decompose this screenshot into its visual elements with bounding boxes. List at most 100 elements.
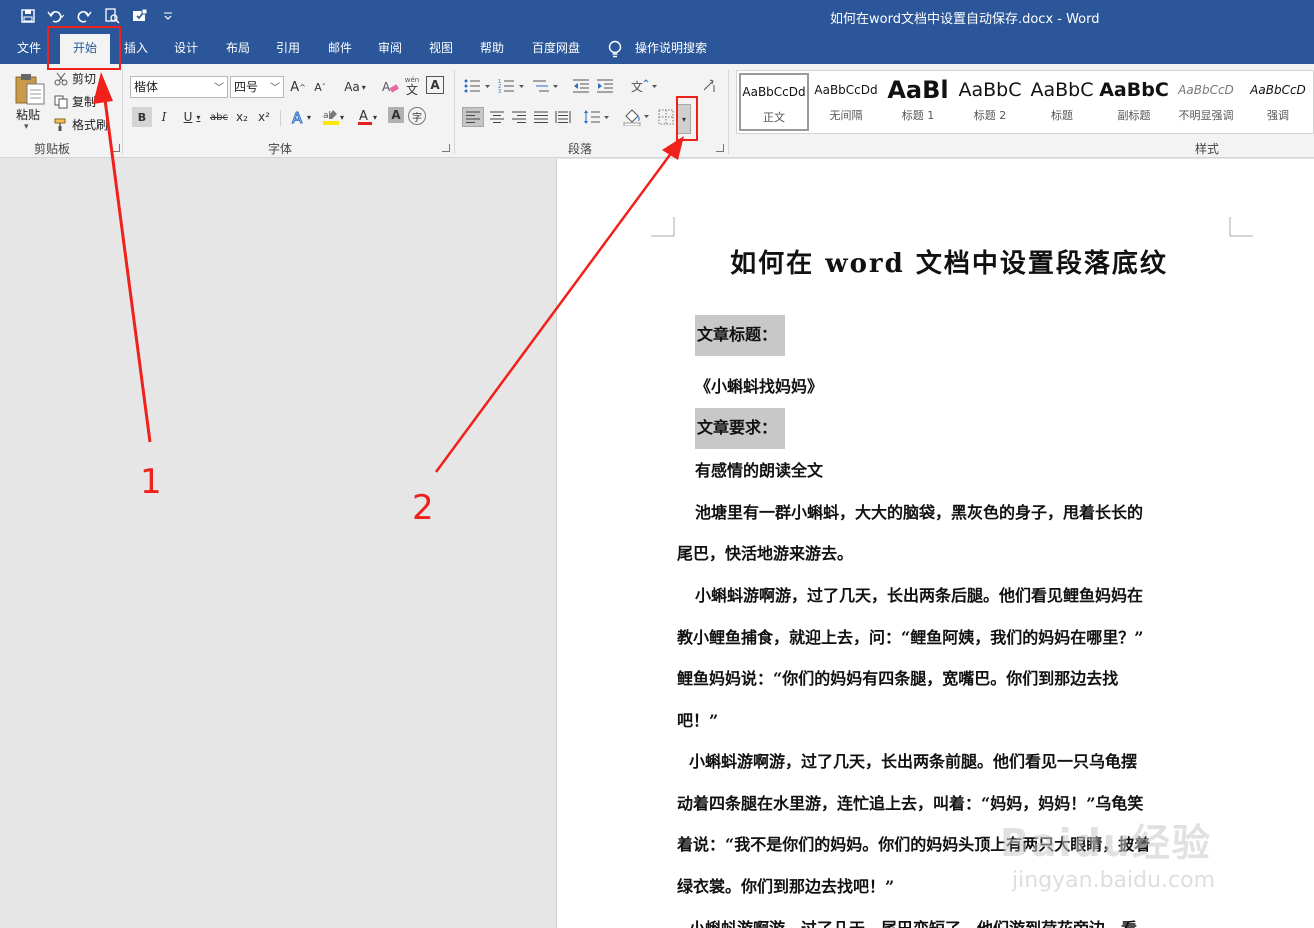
tab-references[interactable]: 引用 (268, 34, 308, 64)
tell-me-search[interactable]: 操作说明搜索 (630, 34, 712, 64)
bullets-button[interactable] (462, 76, 494, 96)
copy-label: 复制 (72, 95, 97, 109)
line-spacing-button[interactable] (582, 107, 612, 127)
font-size-box[interactable]: 四号 ﹀ (230, 76, 284, 98)
phonetic-guide-button[interactable]: wén 文 (404, 76, 420, 96)
decrease-indent-button[interactable] (570, 76, 592, 96)
ribbon: 粘贴 ▾ 剪切 复制 格式刷 剪贴板 楷体 ﹀ 四号 ﹀ A ^ Aˇ Aa ▾ A… (0, 64, 1314, 158)
undo-icon[interactable] (46, 6, 66, 26)
change-case-button[interactable]: Aa ▾ (340, 77, 370, 97)
style-subtitle[interactable]: AaBbC 副标题 (1099, 73, 1169, 131)
print-preview-icon[interactable] (102, 6, 122, 26)
numbering-button[interactable]: 123 (496, 76, 528, 96)
subscript-button[interactable]: x₂ (234, 107, 250, 127)
superscript-button[interactable]: x² (256, 107, 272, 127)
doc-line: 小蝌蚪游啊游，过了几天，长出两条前腿。他们看见一只乌龟摆 (689, 752, 1138, 771)
paragraph-launcher-icon[interactable] (716, 144, 724, 152)
tab-review[interactable]: 审阅 (370, 34, 410, 64)
chevron-down-icon: ﹀ (214, 83, 224, 94)
clear-formatting-button[interactable]: A (382, 77, 400, 97)
annotation-label-1: 1 (140, 462, 162, 502)
font-launcher-icon[interactable] (442, 144, 450, 152)
highlight-color-button[interactable]: ab ▾ (318, 107, 348, 127)
sort-icon (703, 79, 715, 92)
justify-icon (534, 111, 548, 123)
svg-text:A: A (382, 80, 391, 94)
clipboard-launcher-icon[interactable] (112, 144, 120, 152)
save-icon[interactable] (18, 6, 38, 26)
align-center-button[interactable] (486, 107, 508, 127)
strikethrough-button[interactable]: abc (210, 107, 228, 127)
character-border-button[interactable]: A (426, 76, 444, 94)
cut-button[interactable]: 剪切 (54, 70, 96, 87)
annotation-label-2: 2 (412, 488, 434, 528)
paste-button[interactable]: 粘贴 (16, 106, 40, 123)
style-emphasis[interactable]: AaBbCcD 强调 (1243, 73, 1313, 131)
align-right-button[interactable] (508, 107, 530, 127)
watermark-logo: Baidu经验 (1000, 821, 1212, 865)
chinese-layout-button[interactable]: 文 (630, 76, 660, 96)
tab-design[interactable]: 设计 (166, 34, 206, 64)
divider (728, 70, 729, 154)
title-bar: 如何在word文档中设置自动保存.docx - Word (0, 0, 1314, 34)
format-painter-button[interactable]: 格式刷 (54, 116, 108, 133)
font-name-box[interactable]: 楷体 ﹀ (130, 76, 228, 98)
customize-toolbar-icon[interactable] (158, 6, 178, 26)
show-hide-marks-button[interactable] (698, 76, 720, 96)
font-color-icon: A (357, 109, 372, 125)
grow-font-button[interactable]: A ^ (290, 77, 306, 97)
bullets-icon (464, 79, 490, 93)
bold-button[interactable]: B (132, 107, 152, 127)
tab-layout[interactable]: 布局 (218, 34, 258, 64)
style-subtle-emphasis[interactable]: AaBbCcD 不明显强调 (1171, 73, 1241, 131)
style-title[interactable]: AaBbC 标题 (1027, 73, 1097, 131)
align-right-icon (512, 111, 526, 123)
italic-button[interactable]: I (156, 107, 172, 127)
style-name: 不明显强调 (1178, 109, 1234, 122)
touch-mode-icon[interactable] (130, 6, 150, 26)
distributed-button[interactable] (552, 107, 574, 127)
style-name: 无间隔 (829, 109, 863, 122)
doc-line: 教小鲤鱼捕食，就迎上去，问：“鲤鱼阿姨，我们的妈妈在哪里？” (677, 628, 1144, 647)
paste-icon[interactable] (14, 72, 46, 106)
increase-indent-button[interactable] (594, 76, 616, 96)
tab-mailings[interactable]: 邮件 (320, 34, 360, 64)
crop-mark-right (1229, 217, 1253, 237)
phonetic-char-icon: 文 (405, 83, 418, 97)
doc-line: 小蝌蚪游啊游，过了几天，长出两条后腿。他们看见鲤鱼妈妈在 (695, 586, 1144, 605)
underline-button[interactable]: U ▾ (178, 107, 206, 127)
tab-view[interactable]: 视图 (421, 34, 461, 64)
justify-button[interactable] (530, 107, 552, 127)
style-heading-1[interactable]: AaBl 标题 1 (883, 73, 953, 131)
multilevel-list-button[interactable] (530, 76, 562, 96)
tab-file[interactable]: 文件 (8, 34, 50, 64)
style-heading-2[interactable]: AaBbC 标题 2 (955, 73, 1025, 131)
enclose-characters-label: 字 (412, 112, 422, 124)
copy-button[interactable]: 复制 (54, 93, 96, 110)
redo-icon[interactable] (74, 6, 94, 26)
tab-help[interactable]: 帮助 (472, 34, 512, 64)
enclose-characters-button[interactable]: 字 (408, 107, 426, 125)
style-preview: AaBbC (1099, 79, 1169, 101)
borders-button[interactable] (656, 107, 676, 127)
chevron-down-icon: ﹀ (270, 83, 280, 94)
style-no-spacing[interactable]: AaBbCcDd 无间隔 (811, 73, 881, 131)
tab-baidu-netdisk[interactable]: 百度网盘 (524, 34, 588, 64)
strikethrough-label: abc (210, 111, 228, 123)
align-left-button[interactable] (462, 107, 484, 127)
watermark-url: jingyan.baidu.com (1012, 868, 1216, 893)
lightbulb-icon[interactable] (606, 39, 624, 59)
text-effects-button[interactable]: A ▾ (286, 107, 316, 127)
eraser-icon: A (382, 80, 399, 94)
shrink-font-button[interactable]: Aˇ (312, 77, 328, 97)
shading-button[interactable] (622, 107, 652, 127)
bold-label: B (137, 110, 147, 124)
borders-icon (658, 109, 674, 125)
font-group-label: 字体 (268, 142, 293, 156)
doc-line: 小蝌蚪游啊游，过了几天，尾巴变短了。他们游到荷花旁边，看 (689, 915, 1137, 928)
paste-dropdown-icon[interactable]: ▾ (24, 122, 29, 132)
character-shading-button[interactable]: A (388, 107, 404, 123)
tab-insert[interactable]: 插入 (116, 34, 156, 64)
font-color-button[interactable]: A ▾ (352, 107, 382, 127)
style-normal[interactable]: AaBbCcDd 正文 (739, 73, 809, 131)
